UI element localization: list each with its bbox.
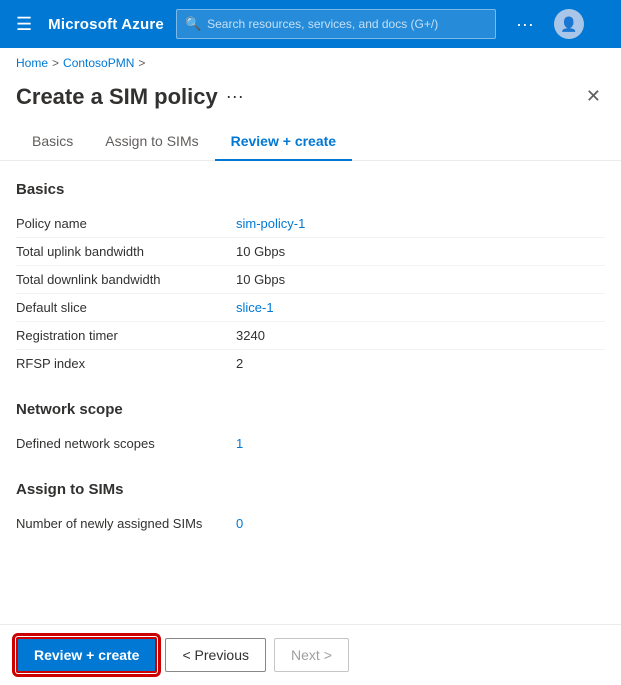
table-row: Total uplink bandwidth 10 Gbps bbox=[16, 238, 605, 266]
assign-sims-section: Assign to SIMs Number of newly assigned … bbox=[16, 481, 605, 537]
downlink-bw-label: Total downlink bandwidth bbox=[16, 272, 236, 287]
table-row: Defined network scopes 1 bbox=[16, 430, 605, 457]
reg-timer-label: Registration timer bbox=[16, 328, 236, 343]
uplink-bw-label: Total uplink bandwidth bbox=[16, 244, 236, 259]
network-scope-table: Defined network scopes 1 bbox=[16, 430, 605, 457]
table-row: RFSP index 2 bbox=[16, 350, 605, 377]
basics-section-title: Basics bbox=[16, 181, 605, 198]
tab-assign-to-sims[interactable]: Assign to SIMs bbox=[89, 123, 214, 161]
main-body: Home > ContosoPMN > Create a SIM policy … bbox=[0, 48, 621, 685]
table-row: Number of newly assigned SIMs 0 bbox=[16, 510, 605, 537]
page-header: Create a SIM policy ··· ✕ bbox=[0, 78, 621, 123]
basics-table: Policy name sim-policy-1 Total uplink ba… bbox=[16, 210, 605, 377]
previous-button[interactable]: < Previous bbox=[165, 638, 266, 672]
footer: Review + create < Previous Next > bbox=[0, 624, 621, 685]
default-slice-value[interactable]: slice-1 bbox=[236, 300, 605, 315]
assigned-sims-value[interactable]: 0 bbox=[236, 516, 605, 531]
app-title: Microsoft Azure bbox=[48, 16, 164, 33]
rfsp-value: 2 bbox=[236, 356, 605, 371]
close-button[interactable]: ✕ bbox=[582, 82, 605, 111]
breadcrumb: Home > ContosoPMN > bbox=[0, 48, 621, 78]
network-scope-title: Network scope bbox=[16, 401, 605, 418]
table-row: Default slice slice-1 bbox=[16, 294, 605, 322]
table-row: Policy name sim-policy-1 bbox=[16, 210, 605, 238]
scrollable-content: Home > ContosoPMN > Create a SIM policy … bbox=[0, 48, 621, 628]
next-button: Next > bbox=[274, 638, 349, 672]
basics-section: Basics Policy name sim-policy-1 Total up… bbox=[16, 181, 605, 377]
defined-scopes-value[interactable]: 1 bbox=[236, 436, 605, 451]
breadcrumb-pmn[interactable]: ContosoPMN bbox=[63, 56, 134, 70]
avatar-icon: 👤 bbox=[560, 16, 577, 33]
rfsp-label: RFSP index bbox=[16, 356, 236, 371]
breadcrumb-sep1: > bbox=[52, 56, 59, 70]
table-row: Total downlink bandwidth 10 Gbps bbox=[16, 266, 605, 294]
policy-name-value[interactable]: sim-policy-1 bbox=[236, 216, 605, 231]
breadcrumb-sep2: > bbox=[138, 56, 145, 70]
search-icon: 🔍 bbox=[185, 16, 201, 32]
network-scope-section: Network scope Defined network scopes 1 bbox=[16, 401, 605, 457]
table-row: Registration timer 3240 bbox=[16, 322, 605, 350]
assign-sims-table: Number of newly assigned SIMs 0 bbox=[16, 510, 605, 537]
assign-sims-title: Assign to SIMs bbox=[16, 481, 605, 498]
review-create-button[interactable]: Review + create bbox=[16, 637, 157, 673]
assigned-sims-label: Number of newly assigned SIMs bbox=[16, 516, 236, 531]
tab-basics[interactable]: Basics bbox=[16, 123, 89, 161]
uplink-bw-value: 10 Gbps bbox=[236, 244, 605, 259]
page-title-row: Create a SIM policy ··· bbox=[16, 84, 244, 110]
tab-review-create[interactable]: Review + create bbox=[215, 123, 352, 161]
top-nav: ☰ Microsoft Azure 🔍 Search resources, se… bbox=[0, 0, 621, 48]
search-bar[interactable]: 🔍 Search resources, services, and docs (… bbox=[176, 9, 496, 39]
tabs-container: Basics Assign to SIMs Review + create bbox=[0, 123, 621, 161]
downlink-bw-value: 10 Gbps bbox=[236, 272, 605, 287]
user-avatar[interactable]: 👤 bbox=[554, 9, 584, 39]
policy-name-label: Policy name bbox=[16, 216, 236, 231]
reg-timer-value: 3240 bbox=[236, 328, 605, 343]
hamburger-icon[interactable]: ☰ bbox=[12, 10, 36, 39]
page-title: Create a SIM policy bbox=[16, 84, 218, 110]
page-options-icon[interactable]: ··· bbox=[226, 86, 244, 107]
search-placeholder: Search resources, services, and docs (G+… bbox=[207, 17, 438, 31]
breadcrumb-home[interactable]: Home bbox=[16, 56, 48, 70]
defined-scopes-label: Defined network scopes bbox=[16, 436, 236, 451]
nav-more-icon[interactable]: ··· bbox=[508, 10, 542, 39]
default-slice-label: Default slice bbox=[16, 300, 236, 315]
content-area: Basics Policy name sim-policy-1 Total up… bbox=[0, 161, 621, 581]
